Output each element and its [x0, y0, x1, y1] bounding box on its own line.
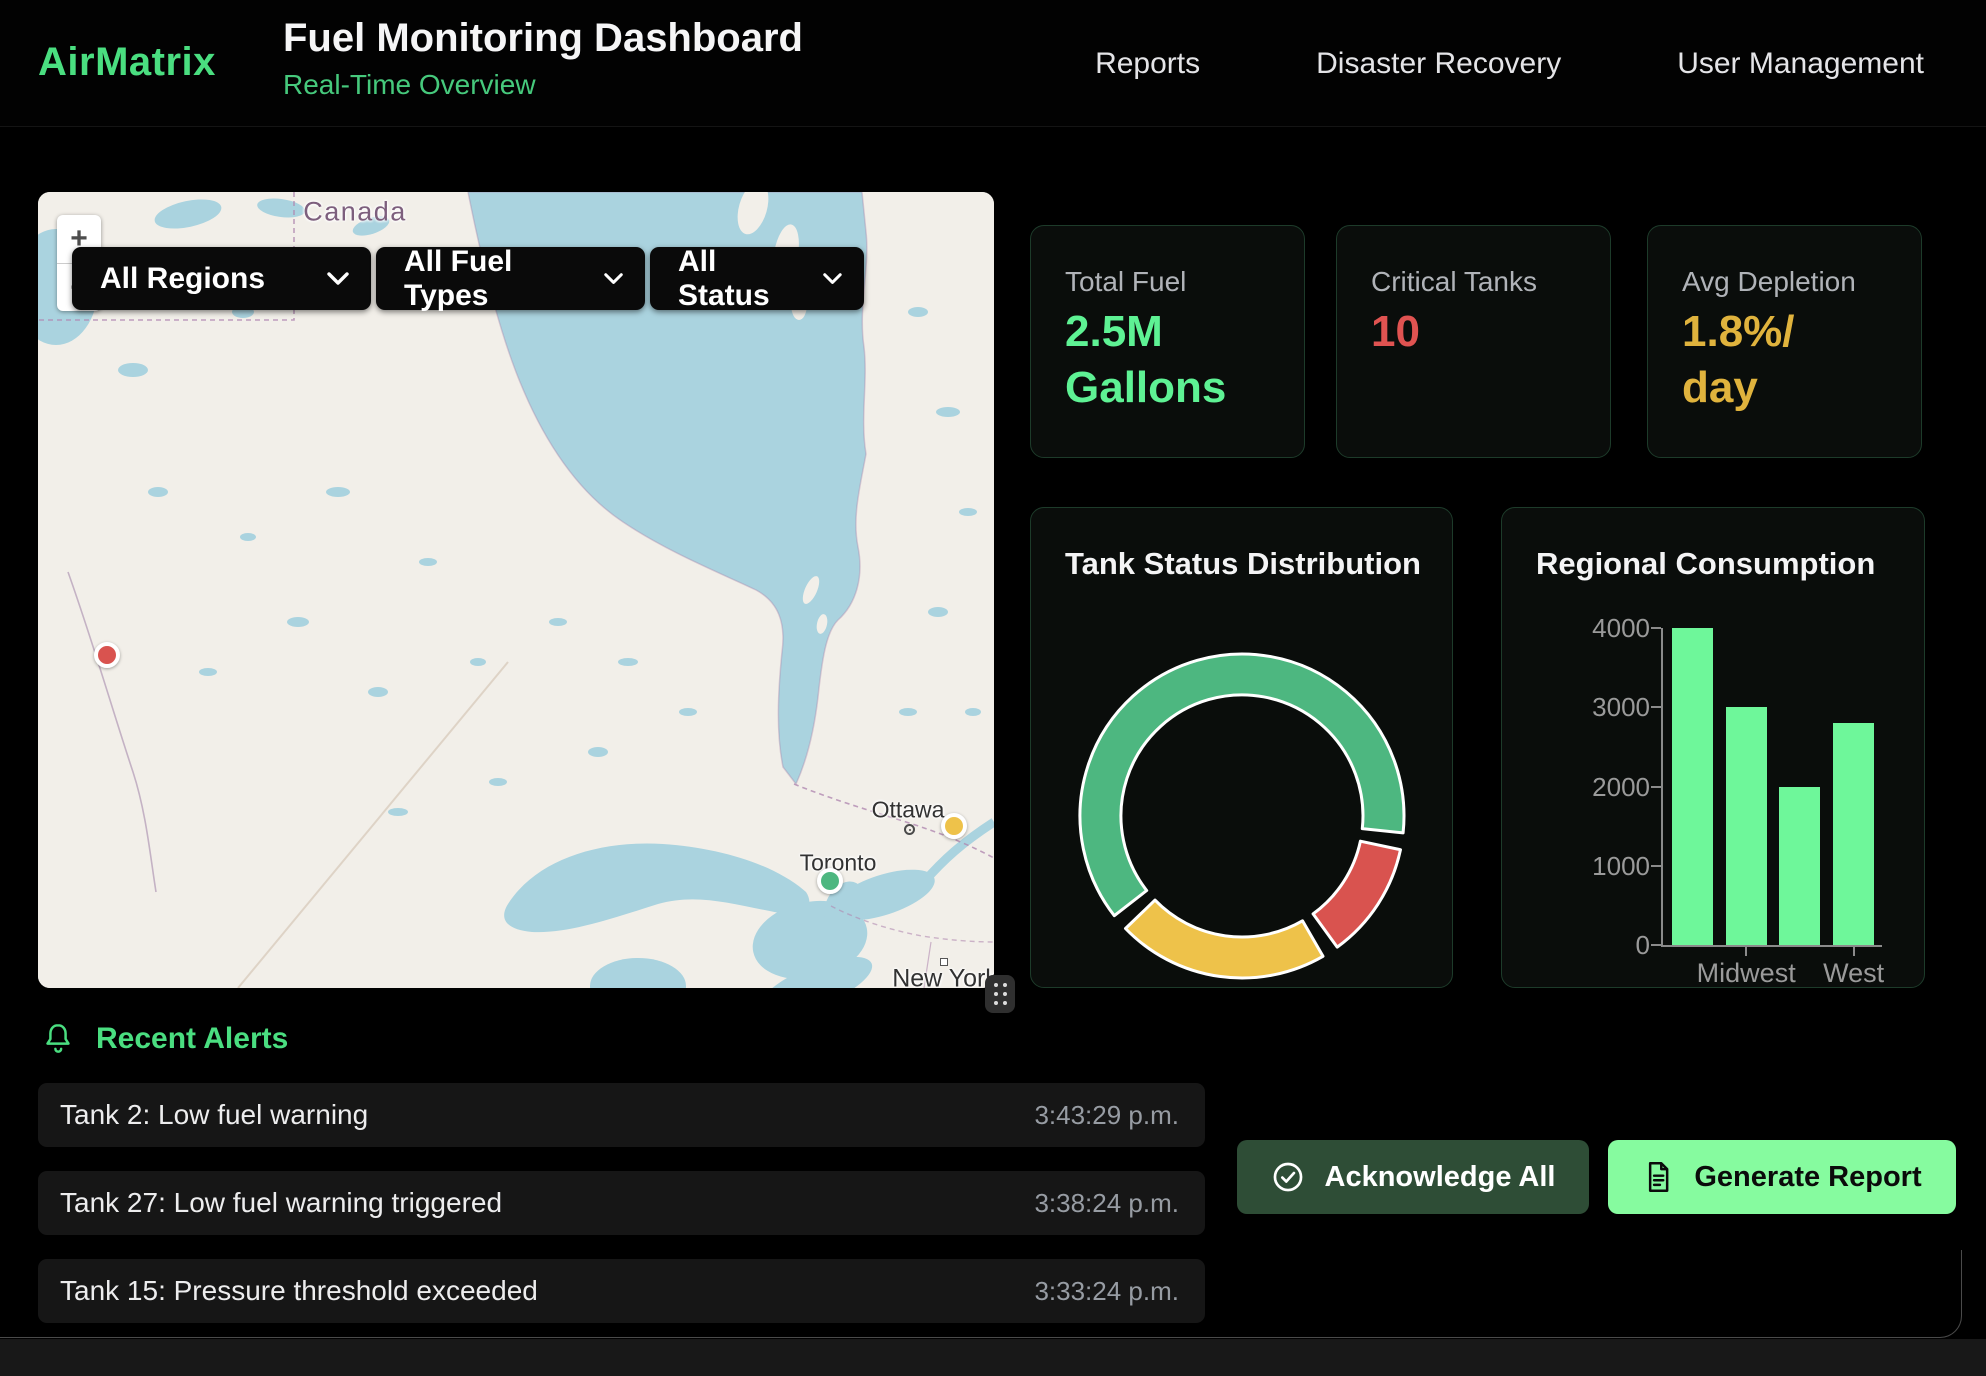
recent-alerts-header: Recent Alerts	[42, 1022, 288, 1056]
region-filter-dropdown[interactable]: All Regions	[72, 247, 371, 310]
map-resize-handle[interactable]	[985, 975, 1015, 1013]
bar-3	[1833, 723, 1874, 945]
stat-label: Total Fuel	[1065, 266, 1186, 298]
y-tick-label: 3000	[1510, 692, 1650, 723]
tank-marker-critical[interactable]	[94, 642, 120, 668]
fuel-map[interactable]: Canada Ottawa Toronto New York + − All R…	[38, 192, 994, 988]
x-tick-label: West	[1823, 958, 1884, 989]
generate-report-label: Generate Report	[1694, 1161, 1921, 1194]
alert-row: Tank 27: Low fuel warning triggered 3:38…	[38, 1171, 1205, 1235]
regional-consumption-bar-chart: 0 1000 2000 3000 4000 Midwest West	[1502, 508, 1924, 987]
alert-time: 3:43:29 p.m.	[1034, 1100, 1179, 1131]
acknowledge-all-label: Acknowledge All	[1325, 1161, 1556, 1194]
stat-label: Critical Tanks	[1371, 266, 1537, 298]
status-filter-value: All Status	[678, 245, 797, 313]
generate-report-button[interactable]: Generate Report	[1608, 1140, 1956, 1214]
document-icon	[1642, 1160, 1674, 1194]
donut-segment-yellow	[1126, 900, 1324, 978]
y-tick-mark	[1651, 706, 1661, 708]
check-circle-icon	[1271, 1160, 1305, 1194]
bell-icon	[42, 1022, 74, 1056]
y-tick-mark	[1651, 944, 1661, 946]
title-block: Fuel Monitoring Dashboard Real-Time Over…	[283, 16, 803, 101]
map-label-ottawa: Ottawa	[872, 797, 945, 824]
y-axis	[1661, 628, 1663, 947]
chevron-down-icon	[327, 272, 349, 286]
x-axis	[1661, 945, 1882, 947]
footer-strip	[0, 1339, 1986, 1376]
dashboard-page: { "header": { "logo": "AirMatrix", "titl…	[0, 0, 1986, 1376]
alert-time: 3:33:24 p.m.	[1034, 1276, 1179, 1307]
ottawa-town-icon	[904, 824, 915, 835]
alert-time: 3:38:24 p.m.	[1034, 1188, 1179, 1219]
map-filters: All Regions All Fuel Types All Status	[72, 247, 864, 310]
stat-value: 10	[1371, 304, 1420, 360]
x-tick-mark	[1853, 947, 1855, 956]
y-tick-label: 0	[1510, 930, 1650, 961]
y-tick-label: 1000	[1510, 851, 1650, 882]
tank-marker-normal[interactable]	[817, 868, 843, 894]
stat-card-total-fuel: Total Fuel 2.5M Gallons	[1030, 225, 1305, 458]
bar-1	[1726, 707, 1767, 945]
stat-card-critical-tanks: Critical Tanks 10	[1336, 225, 1611, 458]
recent-alerts-title: Recent Alerts	[96, 1022, 288, 1056]
alert-row: Tank 15: Pressure threshold exceeded 3:3…	[38, 1259, 1205, 1323]
bar-0	[1672, 628, 1713, 945]
new-york-town-icon	[940, 958, 948, 966]
stat-card-avg-depletion: Avg Depletion 1.8%/ day	[1647, 225, 1922, 458]
bar-2	[1779, 787, 1820, 946]
y-tick-label: 4000	[1510, 613, 1650, 644]
stat-value: 1.8%/ day	[1682, 304, 1867, 416]
fuel-type-filter-value: All Fuel Types	[404, 245, 578, 313]
chevron-down-icon	[823, 272, 842, 286]
app-header: AirMatrix Fuel Monitoring Dashboard Real…	[0, 0, 1986, 127]
donut-chart-title: Tank Status Distribution	[1065, 546, 1421, 582]
map-label-new-york: New York	[892, 965, 994, 989]
region-filter-value: All Regions	[100, 262, 265, 296]
y-tick-mark	[1651, 786, 1661, 788]
page-subtitle: Real-Time Overview	[283, 69, 803, 101]
app-logo: AirMatrix	[38, 40, 216, 85]
x-tick-label: Midwest	[1697, 958, 1796, 989]
nav-disaster-recovery[interactable]: Disaster Recovery	[1316, 47, 1561, 81]
chevron-down-icon	[604, 272, 623, 286]
main-nav: Reports Disaster Recovery User Managemen…	[1095, 0, 1924, 127]
map-label-canada: Canada	[303, 197, 407, 228]
alert-row: Tank 2: Low fuel warning 3:43:29 p.m.	[38, 1083, 1205, 1147]
alert-message: Tank 2: Low fuel warning	[60, 1099, 368, 1131]
acknowledge-all-button[interactable]: Acknowledge All	[1237, 1140, 1589, 1214]
y-tick-mark	[1651, 865, 1661, 867]
tank-marker-warning[interactable]	[941, 813, 967, 839]
x-tick-mark	[1745, 947, 1747, 956]
y-tick-mark	[1651, 627, 1661, 629]
y-tick-label: 2000	[1510, 772, 1650, 803]
alert-message: Tank 15: Pressure threshold exceeded	[60, 1275, 538, 1307]
regional-consumption-chart-card: Regional Consumption 01000200030004000Mi…	[1501, 507, 1925, 988]
stat-label: Avg Depletion	[1682, 266, 1856, 298]
alert-message: Tank 27: Low fuel warning triggered	[60, 1187, 502, 1219]
donut-segment-red	[1313, 841, 1400, 947]
tank-status-chart-card: Tank Status Distribution	[1030, 507, 1453, 988]
nav-user-management[interactable]: User Management	[1677, 47, 1924, 81]
stat-value: 2.5M Gallons	[1065, 304, 1250, 416]
page-title: Fuel Monitoring Dashboard	[283, 16, 803, 61]
nav-reports[interactable]: Reports	[1095, 47, 1200, 81]
status-filter-dropdown[interactable]: All Status	[650, 247, 864, 310]
fuel-type-filter-dropdown[interactable]: All Fuel Types	[376, 247, 645, 310]
